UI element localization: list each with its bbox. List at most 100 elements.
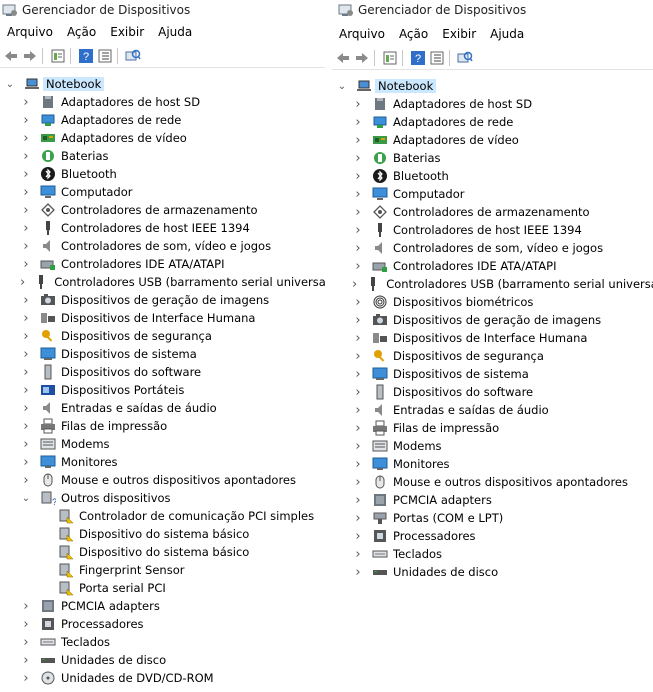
tree-item-controladores-usb-barramento-serial-universal[interactable]: › Controladores USB (barramento serial un… — [0, 273, 325, 291]
view-pane-icon[interactable] — [429, 50, 445, 66]
help-icon[interactable]: ? — [78, 48, 94, 64]
chevron-right-icon[interactable]: › — [352, 203, 364, 221]
tree-item-baterias[interactable]: › Baterias — [332, 149, 653, 167]
chevron-right-icon[interactable]: › — [352, 473, 364, 491]
forward-arrow-icon[interactable] — [22, 48, 38, 64]
chevron-right-icon[interactable]: › — [352, 185, 364, 203]
chevron-right-icon[interactable]: › — [20, 399, 32, 417]
tree-item-filas-de-impressao[interactable]: › Filas de impressão — [0, 417, 325, 435]
chevron-right-icon[interactable]: › — [352, 113, 364, 131]
tree-item-outros-dispositivos[interactable]: ⌄? Outros dispositivos — [0, 489, 325, 507]
menu-exibir[interactable]: Exibir — [442, 27, 476, 41]
menu-ajuda[interactable]: Ajuda — [490, 27, 524, 41]
chevron-right-icon[interactable]: › — [352, 383, 364, 401]
chevron-right-icon[interactable]: › — [352, 95, 364, 113]
tree-root[interactable]: ⌄ Notebook — [0, 75, 325, 93]
chevron-right-icon[interactable]: › — [20, 255, 32, 273]
chevron-right-icon[interactable]: › — [20, 345, 32, 363]
tree-item-monitores[interactable]: › Monitores — [0, 453, 325, 471]
chevron-right-icon[interactable]: › — [20, 129, 32, 147]
tree-item-dispositivos-de-geracao-de-imagens[interactable]: › Dispositivos de geração de imagens — [0, 291, 325, 309]
tree-item-processadores[interactable]: › Processadores — [332, 527, 653, 545]
chevron-right-icon[interactable]: › — [352, 545, 364, 563]
chevron-right-icon[interactable]: › — [352, 221, 364, 239]
tree-item-dispositivo-do-sistema-basico[interactable]: Dispositivo do sistema básico — [0, 525, 325, 543]
tree-item-adaptadores-de-rede[interactable]: › Adaptadores de rede — [0, 111, 325, 129]
chevron-right-icon[interactable]: › — [352, 527, 364, 545]
chevron-right-icon[interactable]: › — [352, 419, 364, 437]
chevron-right-icon[interactable]: › — [352, 509, 364, 527]
chevron-right-icon[interactable]: › — [20, 201, 32, 219]
tree-item-controladores-ide-ata-atapi[interactable]: › Controladores IDE ATA/ATAPI — [332, 257, 653, 275]
chevron-right-icon[interactable]: › — [20, 237, 32, 255]
chevron-right-icon[interactable]: › — [20, 651, 32, 669]
chevron-right-icon[interactable]: › — [20, 165, 32, 183]
view-pane-icon[interactable] — [97, 48, 113, 64]
chevron-right-icon[interactable]: › — [352, 311, 364, 329]
chevron-right-icon[interactable]: › — [20, 291, 32, 309]
chevron-down-icon[interactable]: ⌄ — [20, 489, 32, 507]
tree-item-porta-serial-pci[interactable]: Porta serial PCI — [0, 579, 325, 597]
tree-item-dispositivos-do-software[interactable]: › Dispositivos do software — [332, 383, 653, 401]
tree-item-processadores[interactable]: › Processadores — [0, 615, 325, 633]
forward-arrow-icon[interactable] — [354, 50, 370, 66]
chevron-right-icon[interactable]: › — [352, 347, 364, 365]
back-arrow-icon[interactable] — [335, 50, 351, 66]
tree-item-controladores-de-armazenamento[interactable]: › Controladores de armazenamento — [0, 201, 325, 219]
chevron-down-icon[interactable]: ⌄ — [336, 77, 348, 95]
tree-item-dispositivos-de-interface-humana[interactable]: › Dispositivos de Interface Humana — [332, 329, 653, 347]
tree-item-pcmcia-adapters[interactable]: › PCMCIA adapters — [0, 597, 325, 615]
tree-item-controladores-de-host-ieee-1394[interactable]: › Controladores de host IEEE 1394 — [332, 221, 653, 239]
tree-item-controladores-de-armazenamento[interactable]: › Controladores de armazenamento — [332, 203, 653, 221]
chevron-right-icon[interactable]: › — [20, 471, 32, 489]
chevron-right-icon[interactable]: › — [352, 167, 364, 185]
tree-item-unidades-de-disco[interactable]: › Unidades de disco — [0, 651, 325, 669]
menu-acao[interactable]: Ação — [399, 27, 428, 41]
tree-item-portas-com-e-lpt[interactable]: › Portas (COM e LPT) — [332, 509, 653, 527]
properties-icon[interactable] — [382, 50, 398, 66]
tree-item-bluetooth[interactable]: › Bluetooth — [332, 167, 653, 185]
chevron-right-icon[interactable]: › — [20, 597, 32, 615]
tree-item-dispositivos-portateis[interactable]: › Dispositivos Portáteis — [0, 381, 325, 399]
tree-item-dispositivo-do-sistema-basico[interactable]: Dispositivo do sistema básico — [0, 543, 325, 561]
chevron-right-icon[interactable]: › — [352, 365, 364, 383]
chevron-right-icon[interactable]: › — [352, 293, 364, 311]
chevron-right-icon[interactable]: › — [352, 131, 364, 149]
menu-ajuda[interactable]: Ajuda — [158, 25, 192, 39]
tree-item-pcmcia-adapters[interactable]: › PCMCIA adapters — [332, 491, 653, 509]
chevron-right-icon[interactable]: › — [20, 111, 32, 129]
tree-item-dispositivos-do-software[interactable]: › Dispositivos do software — [0, 363, 325, 381]
properties-icon[interactable] — [50, 48, 66, 64]
menu-acao[interactable]: Ação — [67, 25, 96, 39]
tree-item-dispositivos-biometricos[interactable]: › Dispositivos biométricos — [332, 293, 653, 311]
tree-item-modems[interactable]: › Modems — [0, 435, 325, 453]
chevron-right-icon[interactable]: › — [20, 669, 32, 687]
tree-item-adaptadores-de-host-sd[interactable]: › Adaptadores de host SD — [0, 93, 325, 111]
chevron-right-icon[interactable]: › — [352, 563, 364, 581]
chevron-right-icon[interactable]: › — [20, 417, 32, 435]
menu-arquivo[interactable]: Arquivo — [7, 25, 53, 39]
tree-item-controladores-usb-barramento-serial-universal[interactable]: › Controladores USB (barramento serial un… — [332, 275, 653, 293]
tree-item-filas-de-impressao[interactable]: › Filas de impressão — [332, 419, 653, 437]
chevron-right-icon[interactable]: › — [352, 455, 364, 473]
chevron-right-icon[interactable]: › — [352, 275, 357, 293]
tree-item-controladores-ide-ata-atapi[interactable]: › Controladores IDE ATA/ATAPI — [0, 255, 325, 273]
tree-item-dispositivos-de-sistema[interactable]: › Dispositivos de sistema — [0, 345, 325, 363]
chevron-right-icon[interactable]: › — [20, 615, 32, 633]
chevron-right-icon[interactable]: › — [20, 273, 25, 291]
tree-item-adaptadores-de-rede[interactable]: › Adaptadores de rede — [332, 113, 653, 131]
tree-item-dispositivos-de-seguranca[interactable]: › Dispositivos de segurança — [332, 347, 653, 365]
tree-item-unidades-de-dvd-cd-rom[interactable]: › Unidades de DVD/CD-ROM — [0, 669, 325, 687]
scan-hardware-icon[interactable] — [125, 48, 141, 64]
tree-item-adaptadores-de-host-sd[interactable]: › Adaptadores de host SD — [332, 95, 653, 113]
tree-item-controladores-de-som-video-e-jogos[interactable]: › Controladores de som, vídeo e jogos — [0, 237, 325, 255]
tree-item-adaptadores-de-video[interactable]: › Adaptadores de vídeo — [0, 129, 325, 147]
chevron-right-icon[interactable]: › — [20, 93, 32, 111]
tree-item-controlador-de-comunicacao-pci-simples[interactable]: Controlador de comunicação PCI simples — [0, 507, 325, 525]
tree-item-controladores-de-host-ieee-1394[interactable]: › Controladores de host IEEE 1394 — [0, 219, 325, 237]
tree-item-entradas-e-saidas-de-audio[interactable]: › Entradas e saídas de áudio — [332, 401, 653, 419]
chevron-right-icon[interactable]: › — [352, 239, 364, 257]
tree-item-dispositivos-de-sistema[interactable]: › Dispositivos de sistema — [332, 365, 653, 383]
tree-item-bluetooth[interactable]: › Bluetooth — [0, 165, 325, 183]
tree-item-computador[interactable]: › Computador — [332, 185, 653, 203]
